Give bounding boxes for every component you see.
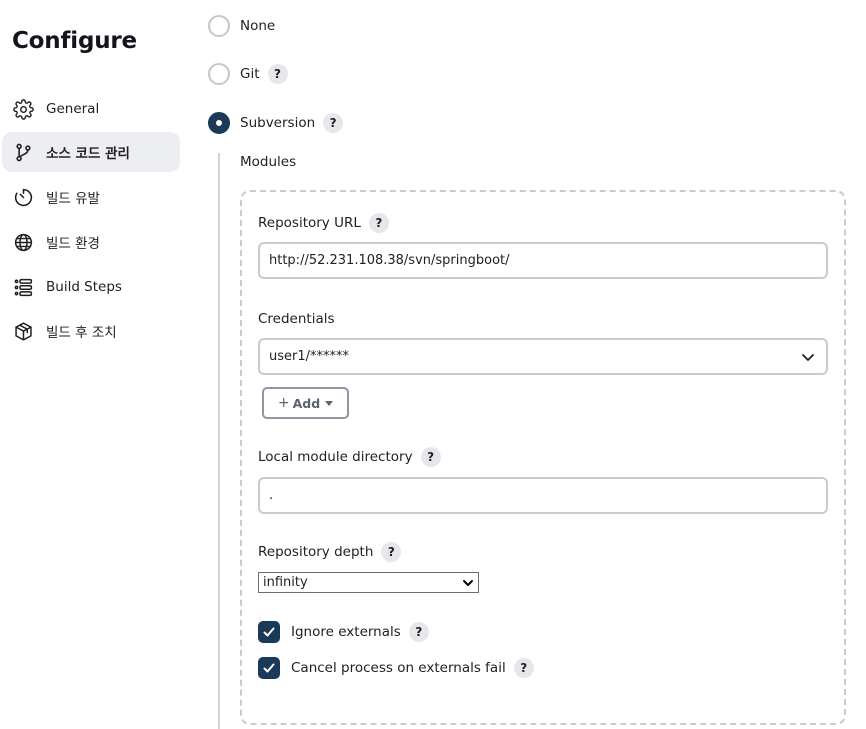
credentials-selected-value: user1/****** <box>269 349 350 364</box>
radio-git[interactable] <box>208 63 230 85</box>
credentials-label: Credentials <box>258 311 335 327</box>
ignore-externals-label: Ignore externals <box>291 624 401 640</box>
local-module-directory-label-row: Local module directory ? <box>258 447 441 467</box>
help-icon[interactable]: ? <box>381 542 402 562</box>
help-icon[interactable]: ? <box>408 622 429 642</box>
sidebar: Configure General 소스 코드 관리 빌드 유발 빌드 환경 B… <box>0 0 190 729</box>
repository-url-input[interactable] <box>258 242 828 279</box>
scm-option-subversion[interactable]: Subversion ? <box>208 111 344 135</box>
sidebar-item-build-triggers[interactable]: 빌드 유발 <box>2 177 180 217</box>
gear-icon <box>12 98 34 120</box>
chevron-down-icon <box>802 354 814 361</box>
sidebar-item-post-build-actions[interactable]: 빌드 후 조치 <box>2 311 180 351</box>
sidebar-item-label: 빌드 환경 <box>46 236 100 252</box>
scm-option-none[interactable]: None <box>208 14 275 38</box>
radio-label-git: Git <box>240 66 260 82</box>
repository-url-label: Repository URL <box>258 215 361 231</box>
sidebar-item-label: Build Steps <box>46 279 122 295</box>
list-icon <box>12 276 34 298</box>
caret-down-icon <box>325 400 334 406</box>
ignore-externals-row: Ignore externals ? <box>258 621 429 643</box>
repository-depth-label: Repository depth <box>258 544 374 560</box>
plus-icon: + <box>277 395 290 411</box>
cancel-process-label: Cancel process on externals fail <box>291 660 506 676</box>
branch-icon <box>12 141 34 163</box>
help-icon[interactable]: ? <box>368 213 389 233</box>
sidebar-item-general[interactable]: General <box>2 89 180 129</box>
sidebar-item-label: General <box>46 101 100 117</box>
cancel-process-checkbox[interactable] <box>258 657 280 679</box>
repository-depth-selected-value: infinity <box>263 575 308 590</box>
add-credentials-button[interactable]: + Add <box>262 387 349 419</box>
radio-label-subversion: Subversion <box>240 115 316 131</box>
page-title: Configure <box>12 28 137 54</box>
help-icon[interactable]: ? <box>420 447 441 467</box>
chevron-down-icon <box>463 580 473 586</box>
section-indent-line <box>218 153 220 729</box>
repository-depth-label-row: Repository depth ? <box>258 542 402 562</box>
sidebar-item-label: 빌드 유발 <box>46 191 100 207</box>
radio-label-none: None <box>240 18 276 34</box>
sidebar-item-label: 빌드 후 조치 <box>46 325 117 341</box>
globe-icon <box>12 231 34 253</box>
help-icon[interactable]: ? <box>513 658 534 678</box>
scm-option-git[interactable]: Git ? <box>208 62 288 86</box>
help-icon[interactable]: ? <box>267 64 288 84</box>
checkmark-icon <box>263 627 275 637</box>
sidebar-item-build-steps[interactable]: Build Steps <box>2 267 180 307</box>
modules-label: Modules <box>240 154 297 170</box>
radio-none[interactable] <box>208 15 230 37</box>
credentials-select[interactable]: user1/****** <box>258 338 828 375</box>
ignore-externals-checkbox[interactable] <box>258 621 280 643</box>
help-icon[interactable]: ? <box>323 113 344 133</box>
repository-depth-select[interactable]: infinity <box>258 572 479 593</box>
sidebar-item-source-code-management[interactable]: 소스 코드 관리 <box>2 132 180 172</box>
credentials-label-row: Credentials <box>258 311 335 327</box>
sidebar-item-label: 소스 코드 관리 <box>46 146 130 162</box>
repository-url-label-row: Repository URL ? <box>258 213 389 233</box>
local-module-directory-label: Local module directory <box>258 449 413 465</box>
package-icon <box>12 320 34 342</box>
local-module-directory-input[interactable] <box>258 477 828 514</box>
cancel-process-row: Cancel process on externals fail ? <box>258 657 534 679</box>
timer-icon <box>12 186 34 208</box>
checkmark-icon <box>263 663 275 673</box>
radio-subversion[interactable] <box>208 112 230 134</box>
add-button-label: Add <box>292 395 321 411</box>
sidebar-item-build-environment[interactable]: 빌드 환경 <box>2 222 180 262</box>
